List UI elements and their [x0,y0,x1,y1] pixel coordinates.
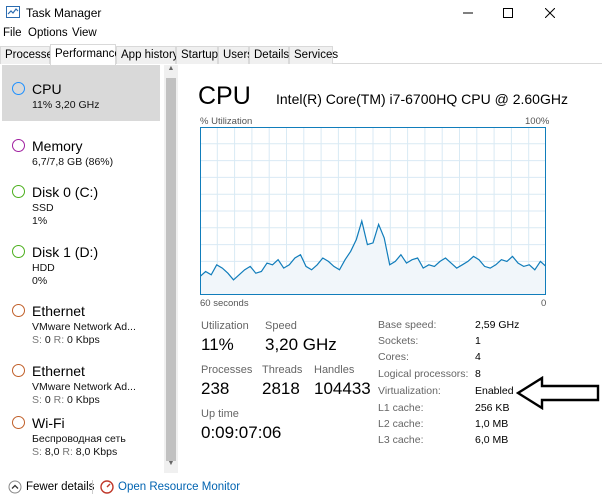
bottom-bar: Fewer details Open Resource Monitor [0,476,602,498]
graph-x-min: 0 [541,298,547,309]
sidebar-item-title: Ethernet [32,303,85,319]
page-title: CPU [198,82,251,110]
menu-options[interactable]: Options [28,27,68,39]
sidebar-item-detail: 6,7/7,8 GB (86%) [32,156,114,168]
sidebar-item-disk-1[interactable]: Disk 1 (D:) HDD 0% [2,228,160,287]
sidebar-item-detail: SSD [32,202,54,214]
sidebar-item-wifi[interactable]: Wi-Fi Беспроводная сеть S: 8,0 R: 8,0 Kb… [2,399,160,458]
sidebar-item-title: Disk 1 (D:) [32,244,99,260]
sidebar-item-detail: HDD [32,262,55,274]
sidebar-item-detail: Беспроводная сеть [32,433,126,445]
fewer-details-link[interactable]: Fewer details [26,481,94,493]
sidebar-item-throughput: S: 8,0 R: 8,0 Kbps [32,446,118,458]
processes-value: 238 [201,379,230,398]
maximize-icon [503,8,513,18]
speed-label: Speed [265,320,297,332]
processes-label: Processes [201,364,253,376]
network-graph-icon [12,304,25,317]
l1-cache-label: L1 cache: [378,402,424,414]
tab-app-history[interactable]: App history [116,46,179,64]
title-bar: Task Manager [0,0,602,26]
graph-y-max: 100% [525,116,550,127]
sidebar-item-title: CPU [32,81,62,97]
network-graph-icon [12,416,25,429]
sidebar-item-detail: VMware Network Ad... [32,321,136,333]
minimize-icon [463,12,473,14]
sidebar-item-title: Disk 0 (C:) [32,184,99,200]
fewer-details-icon[interactable] [8,480,22,494]
base-speed-label: Base speed: [378,319,437,331]
scrollbar-thumb[interactable] [166,78,176,461]
sidebar-item-disk-0[interactable]: Disk 0 (C:) SSD 1% [2,168,160,227]
menu-file[interactable]: File [3,27,22,39]
sidebar-item-ethernet-2[interactable]: Ethernet VMware Network Ad... S: 0 R: 0 … [2,347,160,406]
sidebar-item-title: Ethernet [32,363,85,379]
logical-processors-label: Logical processors: [378,368,469,380]
uptime-label: Up time [201,408,239,420]
resource-monitor-icon[interactable] [100,480,114,494]
disk-graph-icon [12,185,25,198]
maximize-button[interactable] [488,0,528,26]
window-title: Task Manager [26,6,102,20]
uptime-value: 0:09:07:06 [201,423,282,442]
virtualization-value: Enabled [475,385,514,397]
memory-graph-icon [12,139,25,152]
tab-startup[interactable]: Startup [176,46,218,64]
disk-graph-icon [12,245,25,258]
sockets-value: 1 [475,335,481,347]
annotation-arrow-icon [516,376,600,410]
l3-cache-label: L3 cache: [378,434,424,446]
threads-label: Threads [262,364,303,376]
base-speed-value: 2,59 GHz [475,319,520,331]
resource-sidebar: CPU 11% 3,20 GHz Memory 6,7/7,8 GB (86%)… [0,65,178,473]
l1-cache-value: 256 KB [475,402,510,414]
l3-cache-value: 6,0 MB [475,434,509,446]
sidebar-item-detail: VMware Network Ad... [32,381,136,393]
sidebar-item-usage: 0% [32,275,48,287]
network-graph-icon [12,364,25,377]
sidebar-item-title: Memory [32,138,83,154]
cpu-model-name: Intel(R) Core(TM) i7-6700HQ CPU @ 2.60GH… [276,91,568,107]
graph-x-label: 60 seconds [200,298,249,309]
minimize-button[interactable] [448,0,488,26]
cpu-graph-icon [12,82,25,95]
handles-label: Handles [314,364,355,376]
tab-performance[interactable]: Performance [50,44,121,65]
virtualization-label: Virtualization: [378,385,441,397]
graph-y-label: % Utilization [200,116,253,127]
close-button[interactable] [530,0,570,26]
menu-view[interactable]: View [72,27,97,39]
speed-value: 3,20 GHz [265,335,337,354]
cpu-utilization-graph [200,127,546,295]
utilization-value: 11% [201,335,234,354]
scroll-down-icon[interactable]: ▼ [164,460,178,473]
scroll-up-icon[interactable]: ▲ [164,65,178,78]
tab-bar: Processes Performance App history Startu… [0,44,602,65]
bottom-divider [92,480,93,494]
tab-processes[interactable]: Processes [0,46,59,64]
logical-processors-value: 8 [475,368,481,380]
utilization-label: Utilization [201,320,249,332]
threads-value: 2818 [262,379,300,398]
sidebar-item-usage: 1% [32,215,48,227]
cores-label: Cores: [378,351,409,363]
sidebar-item-detail: 11% 3,20 GHz [32,99,100,111]
l2-cache-label: L2 cache: [378,418,424,430]
l2-cache-value: 1,0 MB [475,418,509,430]
sidebar-item-throughput: S: 0 R: 0 Kbps [32,334,100,346]
tab-services[interactable]: Services [289,46,338,64]
handles-value: 104433 [314,379,371,398]
sidebar-item-title: Wi-Fi [32,415,65,431]
menu-bar: File Options View [0,26,602,44]
cores-value: 4 [475,351,481,363]
task-manager-icon [6,6,20,18]
tab-details[interactable]: Details [249,46,289,64]
sockets-label: Sockets: [378,335,419,347]
close-icon [545,8,555,18]
sidebar-item-ethernet-1[interactable]: Ethernet VMware Network Ad... S: 0 R: 0 … [2,287,160,346]
sidebar-item-cpu[interactable]: CPU 11% 3,20 GHz [2,65,160,121]
tab-users[interactable]: Users [218,46,253,64]
open-resource-monitor-link[interactable]: Open Resource Monitor [118,481,240,493]
